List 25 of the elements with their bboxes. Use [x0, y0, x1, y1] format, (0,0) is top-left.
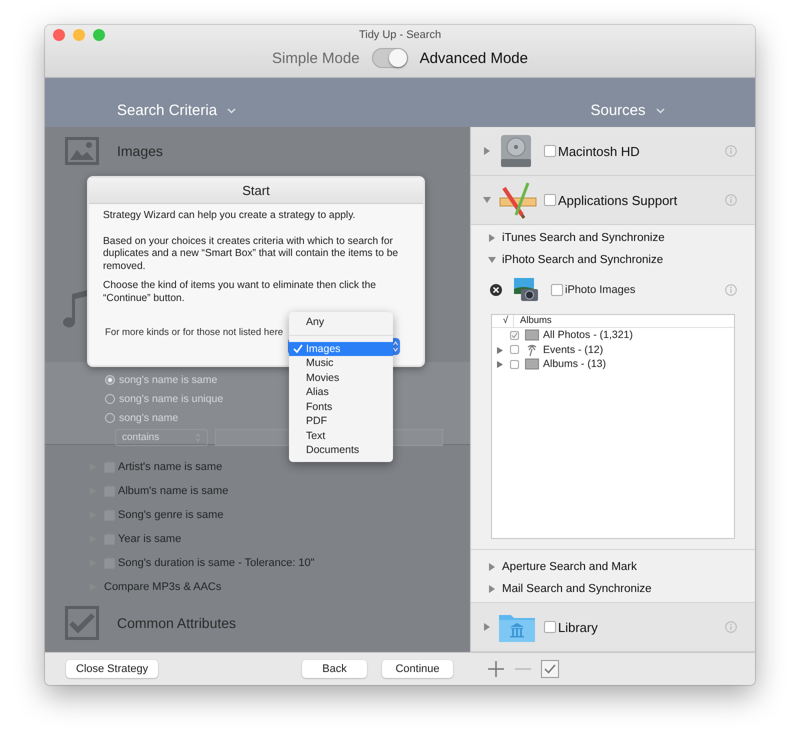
criterion-group-label: Compare MP3s & AACs [104, 581, 222, 593]
criterion-label: Year is same [118, 533, 182, 545]
column-header: √ [492, 315, 514, 327]
dialog-text: Choose the kind of items you want to eliminate then click the “Continue” button. [103, 280, 377, 306]
criterion-label: Song's genre is same [118, 509, 224, 521]
dialog-text: Strategy Wizard can help you create a strategy to apply. [103, 210, 356, 223]
criterion-label: Artist's name is same [118, 461, 222, 473]
column-header: Albums [519, 315, 552, 327]
option-label: song's name [119, 412, 178, 424]
criterion-label: Song's duration is same - Tolerance: 10" [118, 557, 315, 569]
source-name: Applications Support [558, 192, 678, 208]
advanced-mode-label: Advanced Mode [420, 50, 528, 66]
simple-mode-label: Simple Mode [272, 50, 360, 66]
window-title: Tidy Up - Search [358, 28, 442, 41]
option-label: song's name is same [119, 374, 218, 386]
section-title: Images [117, 143, 163, 159]
option-label: song's name is unique [119, 392, 224, 404]
section-title: Common Attributes [117, 615, 236, 631]
dialog-text: Based on your choices it creates criteria with which to search for duplicates and a new “Smart Box” that will contain the items to be removed. [103, 236, 400, 274]
source-name: Library [558, 620, 598, 634]
dialog-note: For more kinds or for those not listed here [105, 326, 284, 340]
criterion-label: Album's name is same [118, 485, 228, 497]
source-name: Macintosh HD [558, 144, 640, 158]
dialog-title: Start [89, 178, 423, 204]
photo-source-name: iPhoto Images [565, 284, 636, 296]
